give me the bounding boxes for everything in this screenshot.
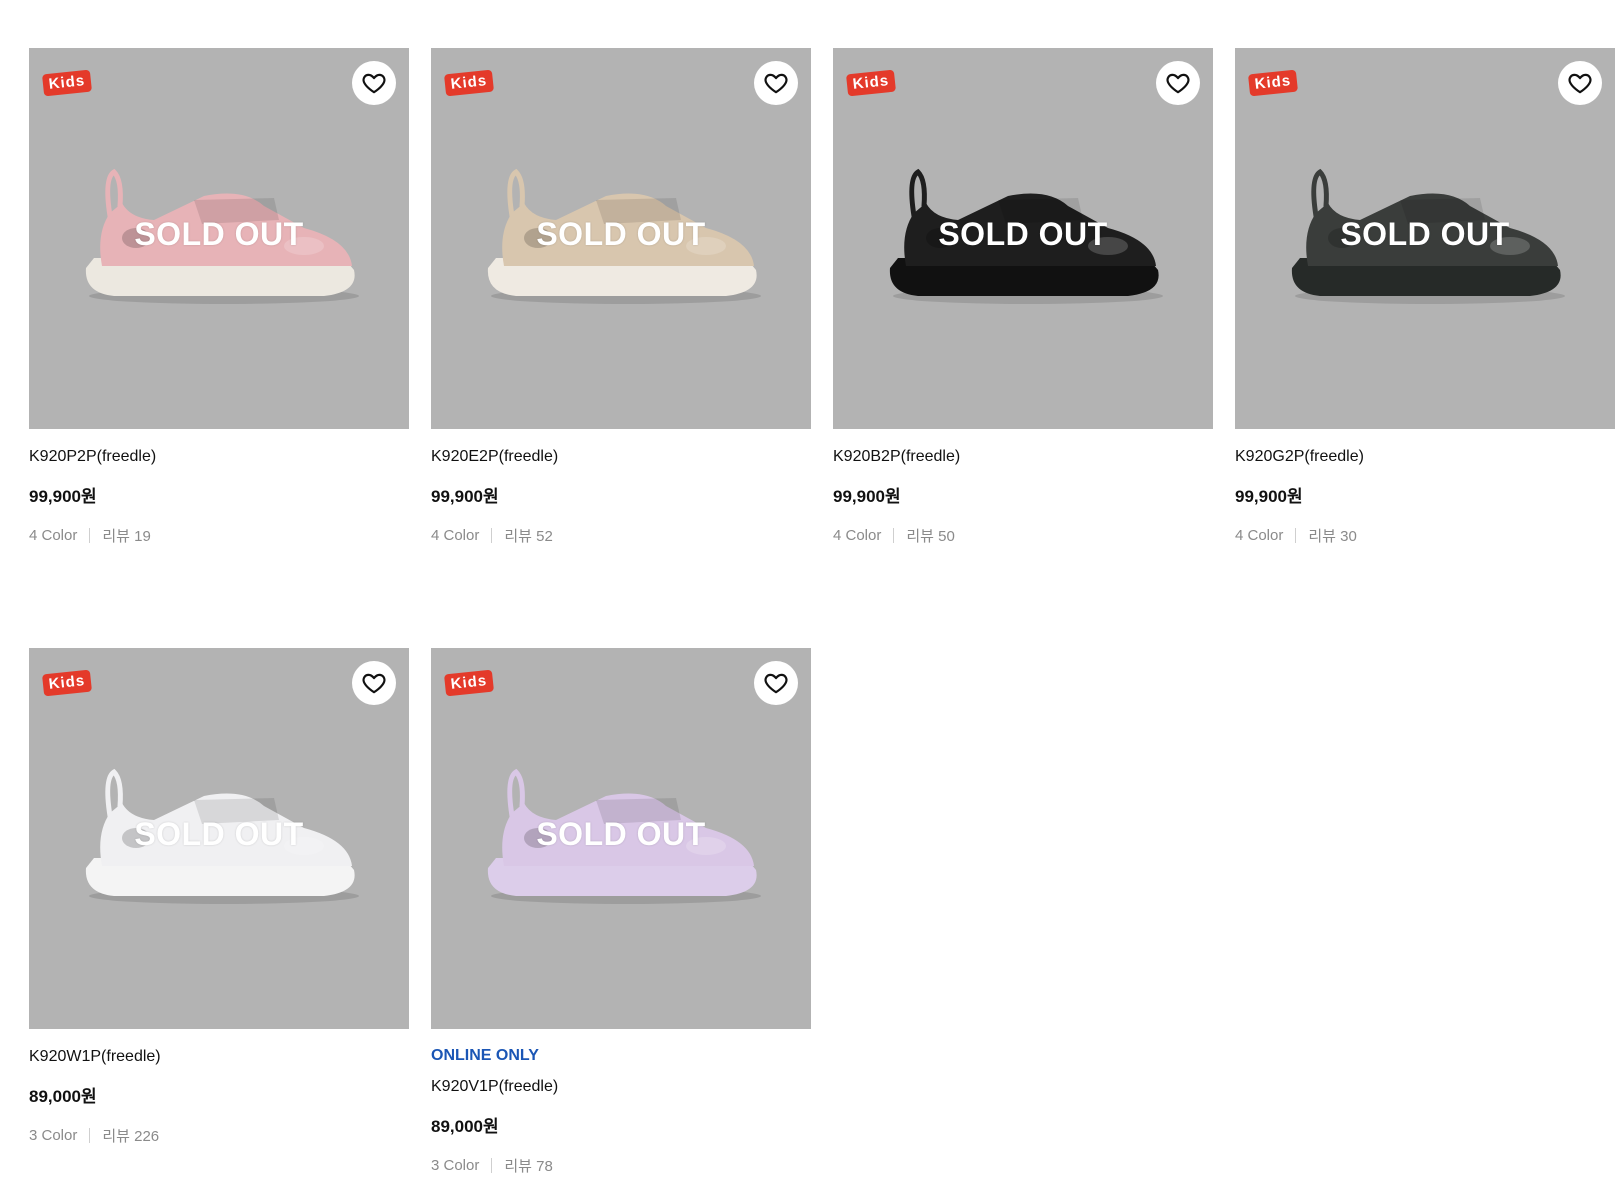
product-grid: Kids SOLD OUT K920P2P(freedle) 99,900원 4…: [29, 48, 1619, 1175]
product-image[interactable]: Kids SOLD OUT: [431, 648, 811, 1029]
product-image[interactable]: Kids SOLD OUT: [29, 48, 409, 429]
product-name[interactable]: K920G2P(freedle): [1235, 447, 1615, 467]
color-count: 4 Color: [1235, 526, 1284, 544]
heart-icon: [1166, 73, 1190, 94]
meta-divider: [1295, 527, 1297, 543]
color-count: 3 Color: [431, 1156, 480, 1174]
sold-out-overlay: SOLD OUT: [536, 216, 706, 252]
heart-icon: [764, 73, 788, 94]
product-name[interactable]: K920P2P(freedle): [29, 447, 409, 467]
review-count[interactable]: 리뷰 30: [1308, 525, 1356, 546]
sold-out-overlay: SOLD OUT: [134, 816, 304, 852]
product-meta: 3 Color 리뷰 78: [431, 1155, 811, 1175]
wishlist-button[interactable]: [754, 61, 798, 105]
product-card[interactable]: Kids SOLD OUT K920E2P(freedle) 99,900원 4…: [431, 48, 811, 648]
color-count: 4 Color: [833, 526, 882, 544]
product-image[interactable]: Kids SOLD OUT: [833, 48, 1213, 429]
product-price: 99,900원: [1235, 487, 1303, 506]
heart-icon: [362, 73, 386, 94]
color-count: 4 Color: [29, 526, 78, 544]
kids-badge: Kids: [1247, 69, 1299, 97]
product-name[interactable]: K920W1P(freedle): [29, 1047, 409, 1067]
product-meta: 4 Color 리뷰 30: [1235, 525, 1615, 545]
kids-badge: Kids: [41, 669, 93, 697]
meta-divider: [491, 527, 493, 543]
product-name[interactable]: K920B2P(freedle): [833, 447, 1213, 467]
review-count[interactable]: 리뷰 78: [504, 1155, 552, 1176]
sold-out-overlay: SOLD OUT: [938, 216, 1108, 252]
product-meta: 4 Color 리뷰 50: [833, 525, 1213, 545]
wishlist-button[interactable]: [352, 61, 396, 105]
color-count: 3 Color: [29, 1126, 78, 1144]
kids-badge: Kids: [845, 69, 897, 97]
product-image[interactable]: Kids SOLD OUT: [431, 48, 811, 429]
product-card[interactable]: Kids SOLD OUT K920P2P(freedle) 99,900원 4…: [29, 48, 409, 648]
product-price: 89,000원: [29, 1087, 97, 1106]
meta-divider: [89, 1127, 91, 1143]
heart-icon: [1568, 73, 1592, 94]
product-price: 99,900원: [431, 487, 499, 506]
review-count[interactable]: 리뷰 50: [906, 525, 954, 546]
review-count[interactable]: 리뷰 52: [504, 525, 552, 546]
wishlist-button[interactable]: [1558, 61, 1602, 105]
kids-badge: Kids: [443, 69, 495, 97]
kids-badge: Kids: [443, 669, 495, 697]
sold-out-overlay: SOLD OUT: [1340, 216, 1510, 252]
product-image[interactable]: Kids SOLD OUT: [29, 648, 409, 1029]
kids-badge: Kids: [41, 69, 93, 97]
product-price: 89,000원: [431, 1117, 499, 1136]
review-count[interactable]: 리뷰 19: [102, 525, 150, 546]
meta-divider: [893, 527, 895, 543]
heart-icon: [362, 673, 386, 694]
product-price: 99,900원: [29, 487, 97, 506]
product-card[interactable]: Kids SOLD OUT K920B2P(freedle) 99,900원 4…: [833, 48, 1213, 648]
sold-out-overlay: SOLD OUT: [536, 816, 706, 852]
product-name[interactable]: K920V1P(freedle): [431, 1077, 811, 1097]
color-count: 4 Color: [431, 526, 480, 544]
sold-out-overlay: SOLD OUT: [134, 216, 304, 252]
product-name[interactable]: K920E2P(freedle): [431, 447, 811, 467]
heart-icon: [764, 673, 788, 694]
product-meta: 3 Color 리뷰 226: [29, 1125, 409, 1145]
product-price: 99,900원: [833, 487, 901, 506]
review-count[interactable]: 리뷰 226: [102, 1125, 159, 1146]
product-image[interactable]: Kids SOLD OUT: [1235, 48, 1615, 429]
product-card[interactable]: Kids SOLD OUT ONLINE ONLY K920V1P(freedl…: [431, 648, 811, 1175]
product-meta: 4 Color 리뷰 19: [29, 525, 409, 545]
product-card[interactable]: Kids SOLD OUT K920G2P(freedle) 99,900원 4…: [1235, 48, 1615, 648]
online-only-tag: ONLINE ONLY: [431, 1047, 539, 1064]
wishlist-button[interactable]: [754, 661, 798, 705]
wishlist-button[interactable]: [1156, 61, 1200, 105]
product-card[interactable]: Kids SOLD OUT K920W1P(freedle) 89,000원 3…: [29, 648, 409, 1175]
meta-divider: [89, 527, 91, 543]
wishlist-button[interactable]: [352, 661, 396, 705]
meta-divider: [491, 1157, 493, 1173]
product-meta: 4 Color 리뷰 52: [431, 525, 811, 545]
